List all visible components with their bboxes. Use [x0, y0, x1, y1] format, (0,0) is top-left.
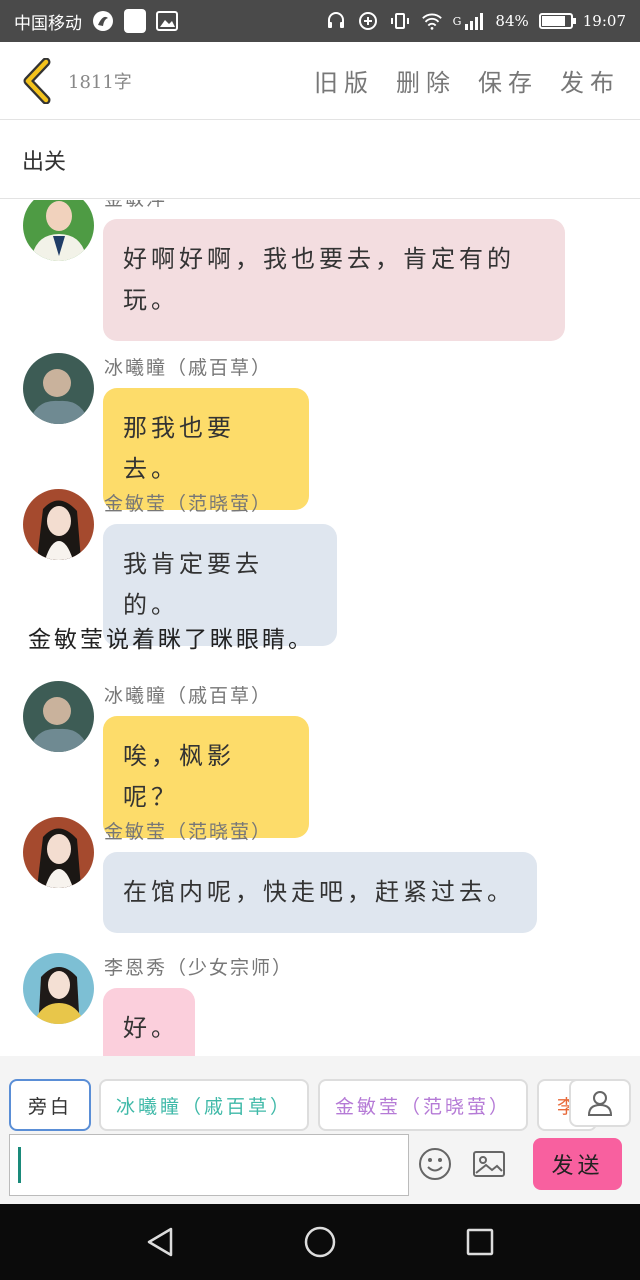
triangle-back-icon — [147, 1227, 173, 1257]
vibrate-icon — [389, 10, 411, 32]
gallery-notification-icon — [156, 10, 178, 32]
character-selector: 旁白 冰曦瞳（戚百草） 金敏莹（范晓萤） 李 — [0, 1056, 640, 1132]
image-icon — [473, 1151, 505, 1177]
speaker-name: 冰曦瞳（戚百草） — [104, 685, 273, 707]
character-chip-label: 冰曦瞳（戚百草） — [115, 1095, 292, 1118]
emoji-button[interactable] — [417, 1146, 453, 1182]
nav-home-button[interactable] — [302, 1224, 338, 1260]
smile-icon — [419, 1148, 451, 1180]
avatar[interactable] — [23, 817, 94, 888]
character-portrait-icon — [23, 953, 94, 1024]
back-chevron-icon — [23, 57, 51, 104]
send-button[interactable]: 发送 — [533, 1138, 622, 1190]
app-notification-icon — [92, 10, 114, 32]
square-recents-icon — [466, 1228, 494, 1256]
person-icon — [587, 1091, 613, 1116]
image-button[interactable] — [471, 1146, 507, 1182]
data-saver-icon — [357, 10, 379, 32]
delete-button[interactable]: 删除 — [396, 63, 456, 98]
headset-icon — [325, 10, 347, 32]
speaker-name: 金敏莹（范晓萤） — [104, 493, 273, 515]
character-portrait-icon — [23, 489, 94, 560]
carrier-label: 中国移动 — [14, 13, 82, 34]
wifi-icon — [421, 10, 443, 32]
character-portrait-icon — [23, 817, 94, 888]
save-button[interactable]: 保存 — [478, 63, 538, 98]
message-bubble[interactable]: 好啊好啊，我也要去，肯定有的玩。 — [103, 219, 565, 341]
word-count: 1811字 — [68, 71, 132, 93]
message-input[interactable] — [9, 1134, 409, 1196]
character-chip-bingxitong[interactable]: 冰曦瞳（戚百草） — [99, 1079, 309, 1131]
avatar[interactable] — [23, 353, 94, 424]
message-bubble[interactable]: 好。 — [103, 988, 195, 1056]
signal-icon — [463, 10, 485, 32]
old-version-button[interactable]: 旧版 — [314, 63, 374, 98]
circle-home-icon — [304, 1226, 336, 1258]
character-portrait-icon — [23, 353, 94, 424]
character-chip-label: 金敏莹（范晓萤） — [334, 1095, 511, 1118]
chat-area[interactable]: 金敏萍 好啊好啊，我也要去，肯定有的玩。 冰曦瞳（戚百草） 那我也要去。 金敏莹… — [0, 200, 640, 1056]
avatar[interactable] — [23, 200, 94, 261]
toolbar-actions: 旧版 删除 保存 发布 — [314, 63, 620, 98]
chapter-title[interactable]: 出关 — [0, 121, 640, 199]
network-type-label: G — [452, 14, 462, 28]
character-portrait-icon — [23, 681, 94, 752]
speaker-name: 李恩秀（少女宗师） — [104, 957, 294, 979]
battery-percent: 84% — [495, 12, 529, 30]
publish-button[interactable]: 发布 — [560, 63, 620, 98]
speaker-name: 冰曦瞳（戚百草） — [104, 357, 273, 379]
nav-recents-button[interactable] — [462, 1224, 498, 1260]
character-chip-label: 旁白 — [27, 1095, 72, 1118]
character-chip-jinminying[interactable]: 金敏莹（范晓萤） — [318, 1079, 528, 1131]
narration-text[interactable]: 金敏莹说着眯了眯眼睛。 — [28, 620, 314, 654]
speaker-name: 金敏萍 — [104, 200, 167, 211]
avatar[interactable] — [23, 489, 94, 560]
character-portrait-icon — [23, 200, 94, 261]
message-bubble[interactable]: 在馆内呢，快走吧，赶紧过去。 — [103, 852, 537, 933]
back-button[interactable] — [10, 51, 64, 111]
avatar[interactable] — [23, 681, 94, 752]
character-chip-narrator[interactable]: 旁白 — [9, 1079, 91, 1131]
battery-icon — [538, 13, 576, 29]
input-bar: 发送 — [0, 1132, 640, 1204]
navigation-bar — [0, 1204, 640, 1280]
nav-back-button[interactable] — [142, 1224, 178, 1260]
speaker-name: 金敏莹（范晓萤） — [104, 821, 273, 843]
editor-toolbar: 1811字 旧版 删除 保存 发布 — [0, 42, 640, 120]
status-bar: 中国移动 G 84% 19:07 — [0, 0, 640, 42]
avatar[interactable] — [23, 953, 94, 1024]
character-manage-button[interactable] — [569, 1079, 631, 1127]
clock: 19:07 — [582, 12, 626, 30]
text-cursor — [18, 1147, 21, 1183]
notification-square-icon — [124, 9, 146, 33]
